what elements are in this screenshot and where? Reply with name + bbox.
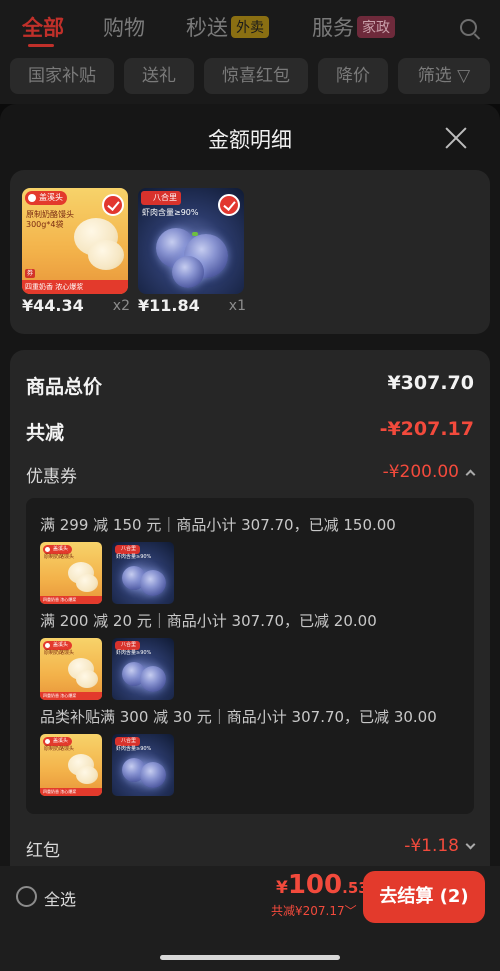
brand-logo: 八合里 xyxy=(115,737,141,746)
coupon-detail-line: 品类补贴满 300 减 30 元｜商品小计 307.70，已减 30.00 xyxy=(40,708,437,726)
thumb-title: 虾肉含量≥90% xyxy=(116,746,152,752)
brand-logo: 盖溪头 xyxy=(43,545,73,554)
brand-logo: 盖溪头 xyxy=(25,191,67,205)
checkout-button[interactable]: 去结算 (2) xyxy=(363,871,485,923)
promo-badge: 券 xyxy=(25,269,36,278)
product-thumbnail: 八合里 虾肉含量≥90% xyxy=(138,188,244,294)
filter-chip-price-drop[interactable]: 降价 xyxy=(318,58,388,94)
saved-amount[interactable]: 共减¥207.17﹀ xyxy=(271,902,357,919)
tab-service-label: 服务 xyxy=(312,16,354,40)
chevron-down-icon: ﹀ xyxy=(344,904,357,918)
coupon-detail-line: 满 200 减 20 元｜商品小计 307.70，已减 20.00 xyxy=(40,612,377,630)
thumb-title: 原制奶酪馒头 xyxy=(44,746,75,752)
coupon-row[interactable]: 优惠券 -¥200.00 xyxy=(26,462,476,492)
brand-logo: 八合里 xyxy=(141,191,181,205)
thumb-title: 原制奶酪馒头 xyxy=(44,554,75,560)
grand-total: ¥100.53 xyxy=(276,870,369,900)
redpacket-value-wrap: -¥1.18 xyxy=(404,836,476,856)
total-integer: 100 xyxy=(287,870,343,900)
redpacket-row[interactable]: 红包 -¥1.18 xyxy=(26,836,476,866)
mini-thumb-bun: 盖溪头 原制奶酪馒头 四重奶香 浓心爆浆 xyxy=(40,542,102,604)
search-icon[interactable] xyxy=(460,19,477,36)
tab-service-tag: 家政 xyxy=(357,16,395,38)
thumb-title-text: 原制奶酪馒头 xyxy=(26,210,74,219)
brand-logo: 盖溪头 xyxy=(43,641,73,650)
coupon-detail-line: 满 299 减 150 元｜商品小计 307.70，已减 150.00 xyxy=(40,516,396,534)
thumb-title: 虾肉含量≥90% xyxy=(142,208,199,217)
product-item-shrimp[interactable]: 八合里 虾肉含量≥90% ¥11.84 x1 xyxy=(138,188,246,315)
filter-chip-national-subsidy[interactable]: 国家补贴 xyxy=(10,58,114,94)
reduce-label: 共减 xyxy=(26,422,65,444)
tab-indicator xyxy=(28,44,54,47)
thumb-title: 虾肉含量≥90% xyxy=(116,650,152,656)
thumb-footer: 四重奶香 浓心爆浆 xyxy=(40,596,102,604)
filter-bar: 国家补贴 送礼 惊喜红包 降价 筛选 ▽ xyxy=(0,56,500,104)
funnel-icon: ▽ xyxy=(457,66,471,86)
filter-label: 筛选 xyxy=(417,66,452,86)
thumb-footer: 四重奶香 浓心爆浆 xyxy=(40,788,102,796)
saved-text: 共减¥207.17 xyxy=(271,904,345,918)
selected-check-icon[interactable] xyxy=(102,194,124,216)
product-item-bun[interactable]: 盖溪头 原制奶酪馒头 300g*4袋 券 四重奶香 浓心爆浆 ¥44.34 x2 xyxy=(22,188,130,315)
select-all-label[interactable]: 全选 xyxy=(44,886,76,910)
sheet-title: 金额明细 xyxy=(208,128,292,152)
tab-express-tag: 外卖 xyxy=(231,16,269,38)
top-nav: 全部 购物 秒送 外卖 服务 家政 xyxy=(0,0,500,56)
total-value: ¥307.70 xyxy=(387,372,474,394)
close-icon[interactable] xyxy=(442,124,470,152)
thumb-title: 虾肉含量≥90% xyxy=(116,554,152,560)
filter-chip-red-packet[interactable]: 惊喜红包 xyxy=(204,58,308,94)
mini-thumb-shrimp: 八合里 虾肉含量≥90% xyxy=(112,542,174,604)
filter-chip-filter[interactable]: 筛选 ▽ xyxy=(398,58,490,94)
product-price: ¥11.84 xyxy=(138,296,200,315)
tab-all-label: 全部 xyxy=(22,16,64,40)
reduce-value: -¥207.17 xyxy=(379,418,474,440)
brand-logo: 盖溪头 xyxy=(43,737,73,746)
reduce-row: 共减 -¥207.17 xyxy=(26,418,474,448)
thumb-footer: 四重奶香 浓心爆浆 xyxy=(22,280,128,294)
brand-logo: 八合里 xyxy=(115,545,141,554)
mini-thumb-bun: 盖溪头 原制奶酪馒头 四重奶香 浓心爆浆 xyxy=(40,734,102,796)
mini-thumb-bun: 盖溪头 原制奶酪馒头 四重奶香 浓心爆浆 xyxy=(40,638,102,700)
product-qty: x2 xyxy=(112,298,130,314)
tab-service[interactable]: 服务 家政 xyxy=(312,12,395,42)
chevron-up-icon xyxy=(465,469,476,480)
tab-shopping-label: 购物 xyxy=(103,16,145,40)
currency-symbol: ¥ xyxy=(276,878,288,898)
tab-express-label: 秒送 xyxy=(186,16,228,40)
thumb-footer: 四重奶香 浓心爆浆 xyxy=(40,692,102,700)
selected-check-icon[interactable] xyxy=(218,194,240,216)
thumb-title: 原制奶酪馒头 300g*4袋 xyxy=(26,210,74,230)
redpacket-label: 红包 xyxy=(26,841,60,861)
product-price: ¥44.34 xyxy=(22,296,84,315)
redpacket-value: -¥1.18 xyxy=(404,836,459,856)
brand-logo: 八合里 xyxy=(115,641,141,650)
checkout-bar: 全选 ¥100.53 共减¥207.17﹀ 去结算 (2) xyxy=(0,866,500,971)
amount-detail-sheet: 金额明细 盖溪头 原制奶酪馒头 300g*4袋 券 四重奶香 浓心爆浆 ¥44.3… xyxy=(0,104,500,971)
thumb-title: 原制奶酪馒头 xyxy=(44,650,75,656)
select-all-radio[interactable] xyxy=(16,886,37,907)
product-qty: x1 xyxy=(228,298,246,314)
tab-express[interactable]: 秒送 外卖 xyxy=(186,12,269,42)
total-label: 商品总价 xyxy=(26,376,103,398)
chevron-down-icon xyxy=(465,839,476,850)
tab-all[interactable]: 全部 xyxy=(22,12,64,42)
coupon-value-wrap: -¥200.00 xyxy=(382,462,476,482)
filter-chip-gift[interactable]: 送礼 xyxy=(124,58,194,94)
mini-thumb-shrimp: 八合里 虾肉含量≥90% xyxy=(112,638,174,700)
mini-thumb-shrimp: 八合里 虾肉含量≥90% xyxy=(112,734,174,796)
product-thumbnail: 盖溪头 原制奶酪馒头 300g*4袋 券 四重奶香 浓心爆浆 xyxy=(22,188,128,294)
coupon-value: -¥200.00 xyxy=(382,462,459,482)
home-indicator[interactable] xyxy=(160,955,340,960)
total-row: 商品总价 ¥307.70 xyxy=(26,372,474,402)
coupon-label: 优惠券 xyxy=(26,467,77,487)
tab-shopping[interactable]: 购物 xyxy=(103,12,145,42)
product-list: 盖溪头 原制奶酪馒头 300g*4袋 券 四重奶香 浓心爆浆 ¥44.34 x2 … xyxy=(10,170,490,334)
thumb-subtitle-text: 300g*4袋 xyxy=(26,220,64,229)
coupon-details: 满 299 减 150 元｜商品小计 307.70，已减 150.00 盖溪头 … xyxy=(26,498,474,814)
